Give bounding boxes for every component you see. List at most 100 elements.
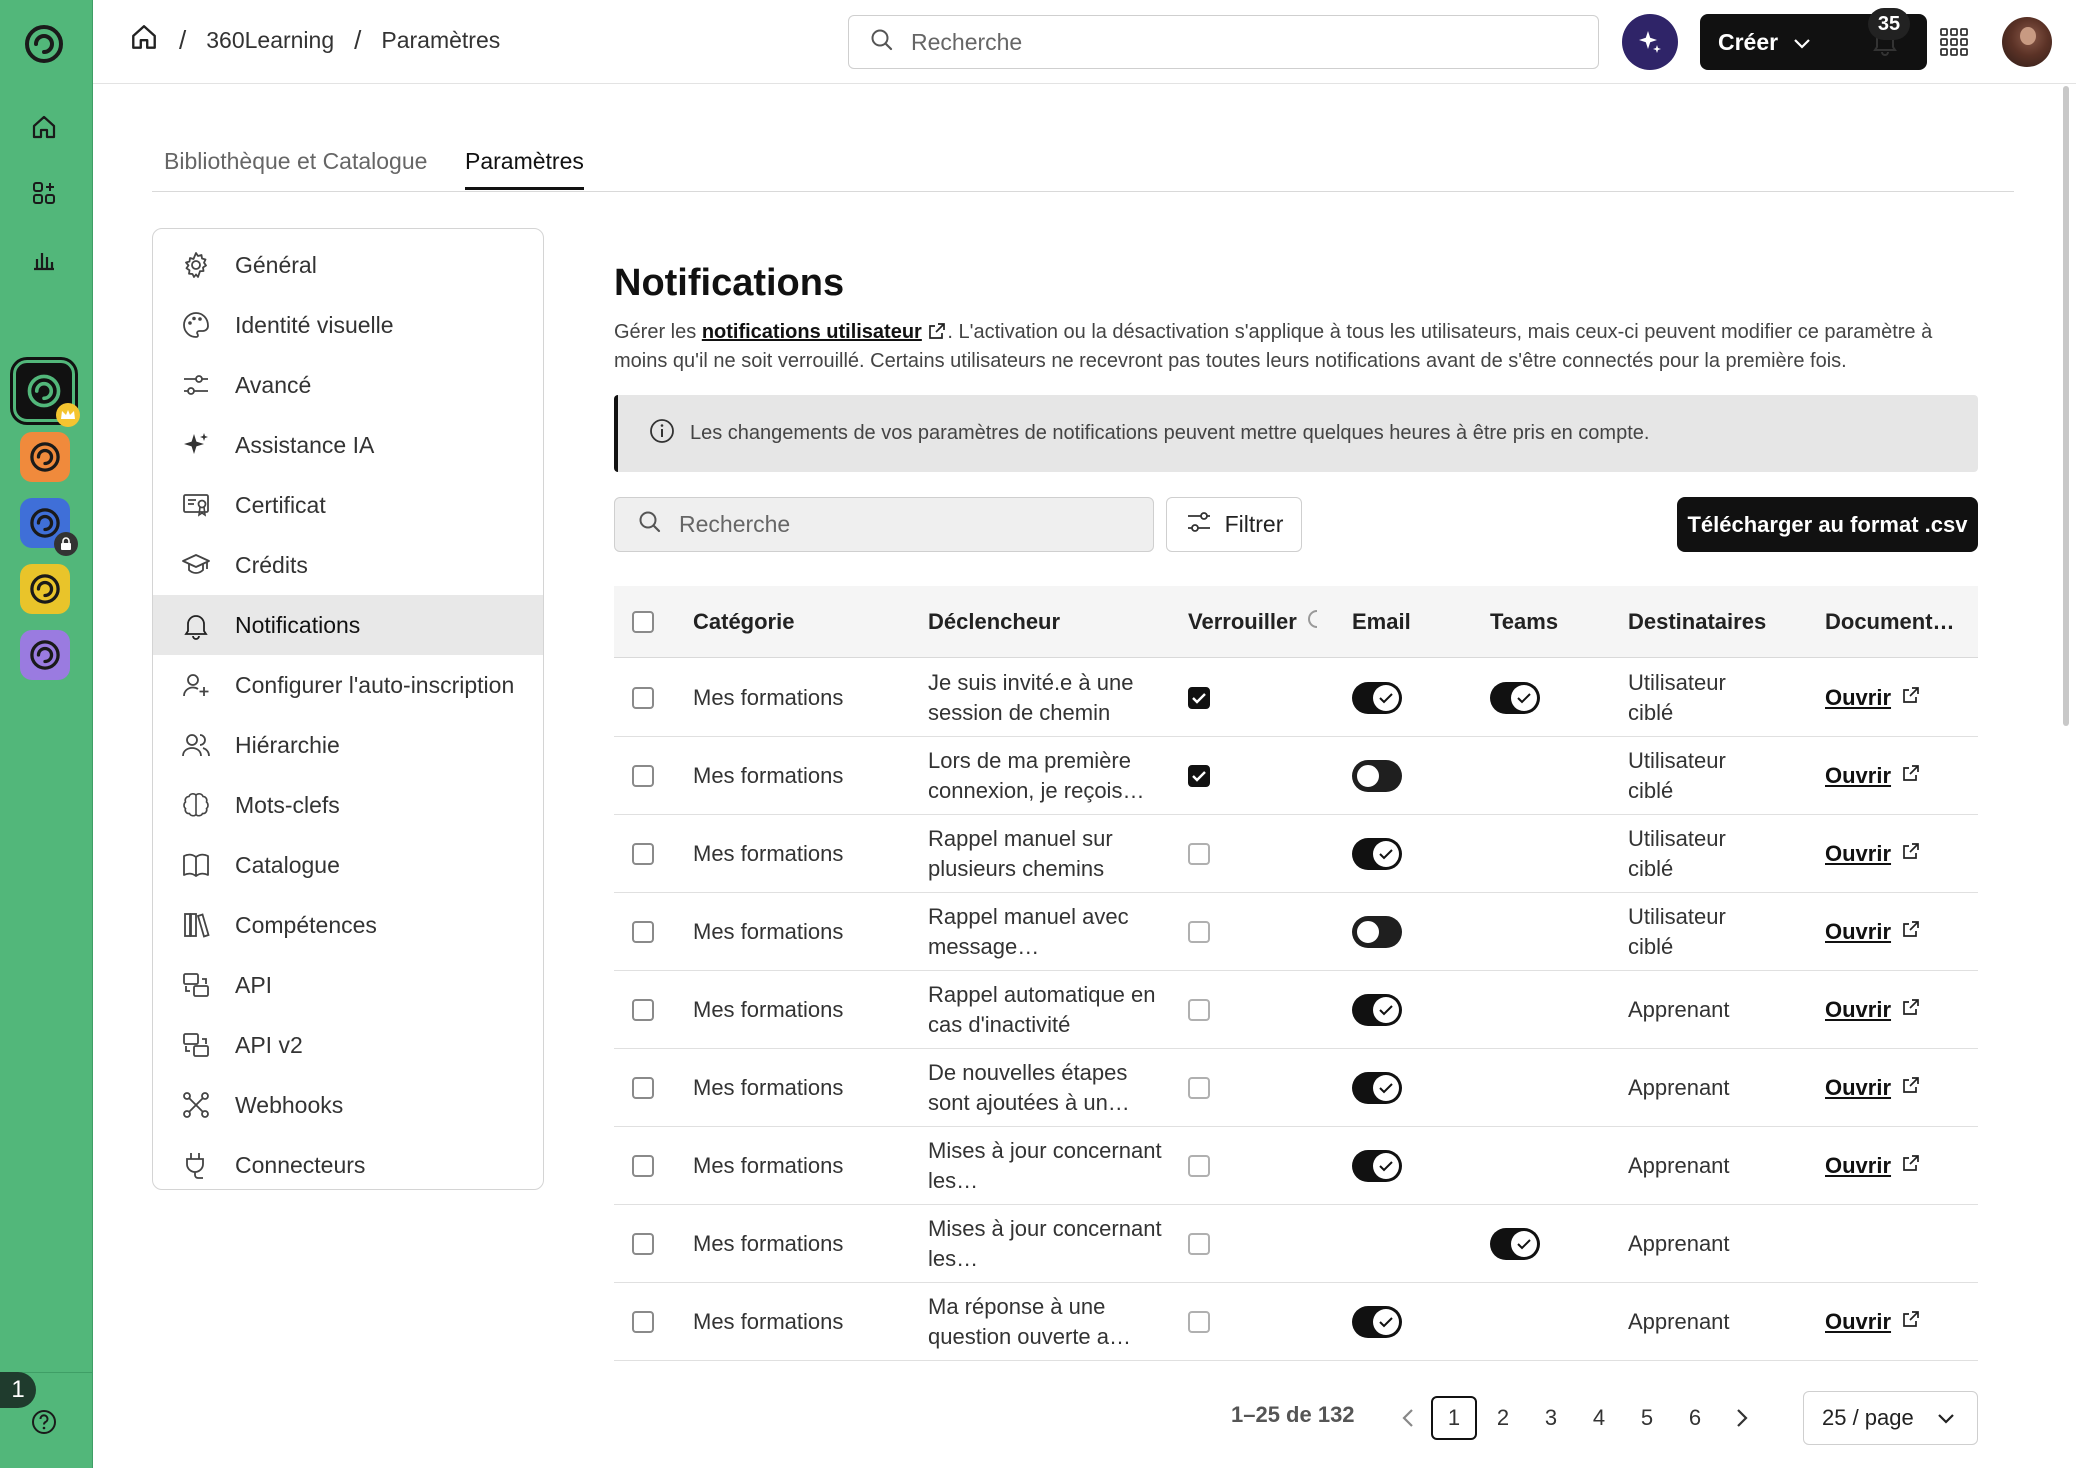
email-toggle[interactable] (1352, 1149, 1402, 1182)
teams-toggle[interactable] (1490, 681, 1540, 714)
lock-checkbox[interactable] (1188, 842, 1210, 865)
email-toggle[interactable] (1352, 993, 1402, 1026)
documentation-link[interactable]: Ouvrir (1825, 685, 1891, 711)
menu-item-webhooks[interactable]: Webhooks (153, 1075, 543, 1135)
row-checkbox[interactable] (632, 1205, 654, 1282)
menu-item-visual-identity[interactable]: Identité visuelle (153, 295, 543, 355)
email-toggle[interactable] (1352, 681, 1402, 714)
workspace-orange[interactable] (20, 432, 70, 482)
menu-item-keywords[interactable]: Mots-clefs (153, 775, 543, 835)
workspace-purple[interactable] (20, 630, 70, 680)
menu-item-general[interactable]: Général (153, 235, 543, 295)
page-1[interactable]: 1 (1431, 1396, 1477, 1440)
modules-icon[interactable] (26, 175, 62, 211)
workspace-yellow[interactable] (20, 564, 70, 614)
external-link-icon[interactable] (1901, 919, 1921, 945)
table-search-input[interactable] (679, 511, 1129, 538)
row-checkbox[interactable] (632, 893, 654, 970)
documentation-link[interactable]: Ouvrir (1825, 841, 1891, 867)
menu-item-api-v2[interactable]: API v2 (153, 1015, 543, 1075)
360learning-logo-icon[interactable] (22, 22, 66, 66)
external-link-icon[interactable] (1901, 841, 1921, 867)
lock-checkbox[interactable] (1188, 1310, 1210, 1333)
user-avatar[interactable] (2002, 17, 2052, 67)
page-6[interactable]: 6 (1672, 1396, 1718, 1440)
page-5[interactable]: 5 (1624, 1396, 1670, 1440)
external-link-icon[interactable] (1901, 1153, 1921, 1179)
global-search-input[interactable] (911, 28, 1511, 56)
page-3[interactable]: 3 (1528, 1396, 1574, 1440)
page-2[interactable]: 2 (1480, 1396, 1526, 1440)
page-size-select[interactable]: 25 / page (1803, 1391, 1978, 1445)
column-header-email[interactable]: Email (1352, 586, 1411, 657)
menu-item-api[interactable]: API (153, 955, 543, 1015)
home-icon[interactable] (129, 22, 159, 58)
lock-checkbox[interactable] (1188, 1076, 1210, 1099)
external-link-icon[interactable] (1901, 1309, 1921, 1335)
external-link-icon[interactable] (1901, 685, 1921, 711)
row-checkbox[interactable] (632, 815, 654, 892)
menu-item-skills[interactable]: Compétences (153, 895, 543, 955)
menu-item-catalog[interactable]: Catalogue (153, 835, 543, 895)
menu-item-notifications[interactable]: Notifications (153, 595, 543, 655)
row-checkbox[interactable] (632, 659, 654, 736)
user-notifications-link[interactable]: notifications utilisateur (702, 321, 922, 343)
column-header-lock[interactable]: Verrouiller (1188, 586, 1319, 657)
row-checkbox[interactable] (632, 1127, 654, 1204)
lock-checkbox[interactable] (1188, 686, 1210, 709)
tab-library-catalog[interactable]: Bibliothèque et Catalogue (164, 148, 427, 187)
menu-item-connectors[interactable]: Connecteurs (153, 1135, 543, 1195)
external-link-icon[interactable] (1901, 997, 1921, 1023)
documentation-link[interactable]: Ouvrir (1825, 997, 1891, 1023)
download-csv-button[interactable]: Télécharger au format .csv (1677, 497, 1978, 552)
table-search[interactable] (614, 497, 1154, 552)
menu-item-hierarchy[interactable]: Hiérarchie (153, 715, 543, 775)
documentation-link[interactable]: Ouvrir (1825, 1075, 1891, 1101)
email-toggle[interactable] (1352, 837, 1402, 870)
page-4[interactable]: 4 (1576, 1396, 1622, 1440)
lock-checkbox[interactable] (1188, 998, 1210, 1021)
menu-item-certificate[interactable]: Certificat (153, 475, 543, 535)
external-link-icon[interactable] (1901, 763, 1921, 789)
filter-button[interactable]: Filtrer (1166, 497, 1302, 552)
menu-item-credits[interactable]: Crédits (153, 535, 543, 595)
row-checkbox[interactable] (632, 737, 654, 814)
lock-checkbox[interactable] (1188, 764, 1210, 787)
analytics-icon[interactable] (26, 241, 62, 277)
row-checkbox[interactable] (632, 1283, 654, 1360)
column-header-recipients[interactable]: Destinataires (1628, 586, 1788, 657)
home-icon[interactable] (26, 109, 62, 145)
menu-item-self-enrollment[interactable]: Configurer l'auto-inscription (153, 655, 543, 715)
previous-page-icon[interactable] (1394, 1400, 1422, 1436)
select-all-checkbox[interactable] (632, 586, 654, 657)
row-checkbox[interactable] (632, 971, 654, 1048)
email-toggle[interactable] (1352, 915, 1402, 948)
column-header-teams[interactable]: Teams (1490, 586, 1558, 657)
external-link-icon[interactable] (927, 321, 947, 343)
page-scrollbar[interactable] (2063, 86, 2069, 726)
ai-assistant-button[interactable] (1622, 14, 1678, 70)
documentation-link[interactable]: Ouvrir (1825, 1153, 1891, 1179)
tab-settings[interactable]: Paramètres (465, 148, 584, 190)
lock-checkbox[interactable] (1188, 1232, 1210, 1255)
email-toggle[interactable] (1352, 1071, 1402, 1104)
workspace-blue[interactable] (20, 498, 78, 556)
apps-grid-icon[interactable] (1938, 26, 1970, 58)
workspace-active[interactable] (13, 360, 80, 427)
row-checkbox[interactable] (632, 1049, 654, 1126)
documentation-link[interactable]: Ouvrir (1825, 763, 1891, 789)
external-link-icon[interactable] (1901, 1075, 1921, 1101)
menu-item-ai-assistance[interactable]: Assistance IA (153, 415, 543, 475)
lock-checkbox[interactable] (1188, 1154, 1210, 1177)
documentation-link[interactable]: Ouvrir (1825, 1309, 1891, 1335)
column-header-trigger[interactable]: Déclencheur (928, 586, 1164, 657)
help-icon[interactable] (30, 1408, 58, 1436)
documentation-link[interactable]: Ouvrir (1825, 919, 1891, 945)
global-search[interactable] (848, 15, 1599, 69)
column-header-documentation[interactable]: Document… (1825, 586, 1955, 657)
onboarding-counter[interactable]: 1 (0, 1372, 36, 1408)
menu-item-advanced[interactable]: Avancé (153, 355, 543, 415)
next-page-icon[interactable] (1728, 1400, 1756, 1436)
email-toggle[interactable] (1352, 759, 1402, 792)
breadcrumb-root[interactable]: 360Learning (206, 27, 334, 54)
